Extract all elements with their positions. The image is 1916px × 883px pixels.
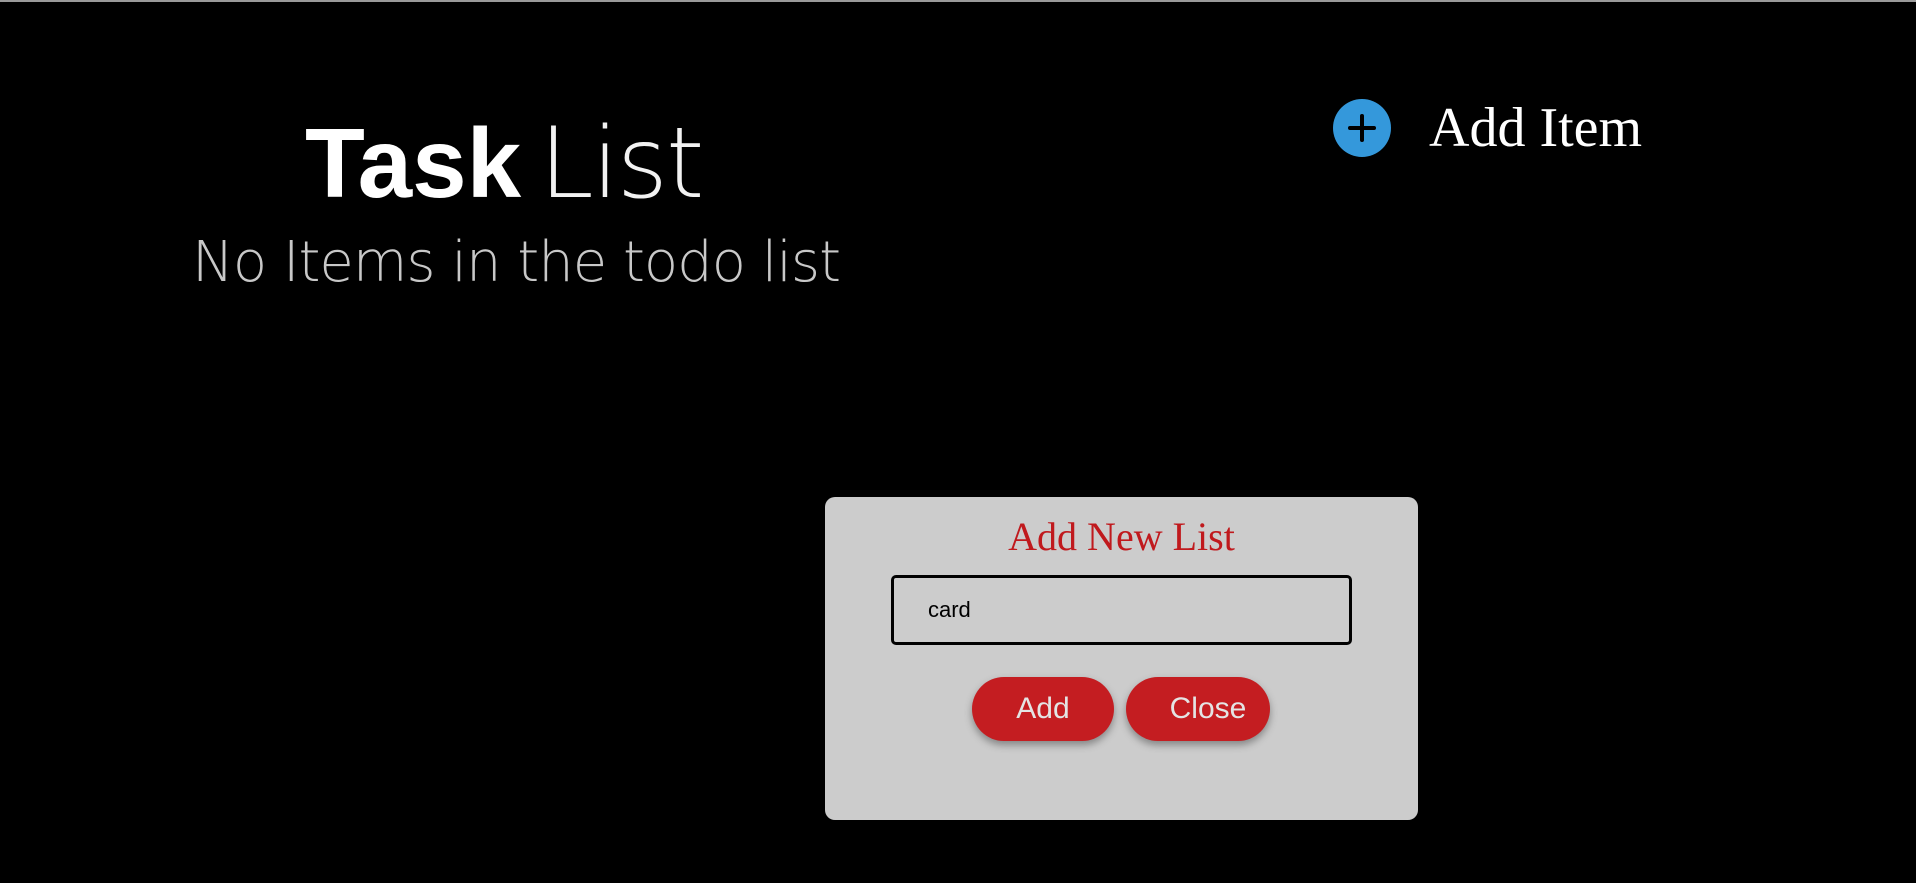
add-item-label[interactable]: Add Item — [1429, 96, 1642, 160]
close-button[interactable]: Close — [1126, 677, 1270, 741]
modal-title: Add New List — [1008, 514, 1235, 559]
add-item-button[interactable]: Add Item — [1333, 96, 1642, 160]
add-list-modal: Add New List Add Close — [825, 497, 1418, 820]
add-button[interactable]: Add — [972, 677, 1114, 741]
empty-list-message: No Items in the todo list — [192, 230, 841, 295]
page-title-light: List — [539, 107, 704, 221]
plus-circle-icon[interactable] — [1333, 99, 1391, 157]
page-title-bold: Task — [305, 108, 522, 218]
top-border — [0, 0, 1916, 2]
list-name-input[interactable] — [891, 575, 1352, 645]
page-title: Task List — [305, 107, 704, 221]
